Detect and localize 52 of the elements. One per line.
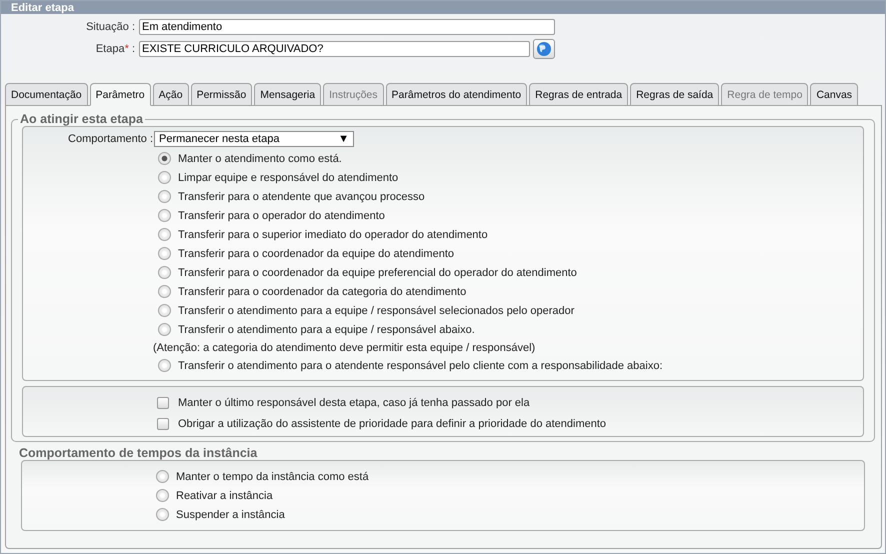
checkbox-label: Obrigar a utilização do assistente de prioridade para definir a prioridade do atendimento — [178, 418, 606, 430]
tab[interactable]: Documentação — [5, 83, 88, 106]
window-title: Editar etapa — [1, 1, 885, 14]
field-label: Situação : — [85, 21, 136, 33]
globe-button[interactable] — [533, 39, 555, 59]
section-legend: Ao atingir esta etapa — [18, 112, 145, 126]
radio-button[interactable] — [158, 171, 171, 184]
tab[interactable]: Canvas — [810, 83, 858, 106]
behavior-dropdown[interactable]: Permanecer nesta etapa ▼ — [154, 131, 354, 147]
section-legend: Comportamento de tempos da instância — [17, 446, 260, 460]
option-label: Transferir para o coordenador da equipe do atendimento — [178, 248, 454, 260]
option-label: Transferir para o operador do atendimento — [178, 210, 385, 222]
option-label: Reativar a instância — [176, 490, 273, 502]
tab[interactable]: Permissão — [190, 83, 252, 106]
radio-button[interactable] — [158, 152, 171, 165]
tab[interactable]: Parâmetro — [90, 83, 151, 106]
tab[interactable]: Regras de entrada — [529, 83, 628, 106]
radio-button[interactable] — [156, 489, 169, 502]
option-label: Manter o tempo da instância como está — [176, 470, 369, 482]
tab[interactable]: Regras de saída — [630, 83, 720, 106]
option-label: Transferir o atendimento para a equipe / responsável selecionados pelo operador — [178, 304, 574, 316]
radio-button[interactable] — [158, 266, 171, 279]
radio-button[interactable] — [158, 190, 171, 203]
option-label: Transferir o atendimento para a equipe / responsável abaixo. — [178, 324, 475, 336]
behavior-label: Comportamento : — [67, 133, 153, 145]
radio-button[interactable] — [158, 285, 171, 298]
option-label: Transferir para o coordenador da equipe preferencial do operador do atendimento — [178, 266, 577, 278]
text-field[interactable]: EXISTE CURRICULO ARQUIVADO? — [139, 41, 530, 57]
tab[interactable]: Ação — [152, 83, 189, 106]
option-label: Transferir o atendimento para o atendente responsável pelo cliente com a responsabilidade abaixo: — [178, 360, 663, 372]
radio-button[interactable] — [156, 508, 169, 521]
option-label: Limpar equipe e responsável do atendimento — [178, 172, 398, 184]
option-label: Transferir para o atendente que avançou processo — [178, 190, 425, 202]
option-label: Transferir para o coordenador da categoria do atendimento — [178, 286, 466, 298]
tab[interactable]: Parâmetros do atendimento — [386, 83, 528, 106]
radio-button[interactable] — [158, 228, 171, 241]
radio-button[interactable] — [158, 359, 171, 372]
radio-button[interactable] — [156, 470, 169, 483]
radio-button[interactable] — [158, 209, 171, 222]
checkbox[interactable] — [157, 418, 169, 430]
option-label: Transferir para o superior imediato do operador do atendimento — [178, 228, 488, 240]
radio-button[interactable] — [158, 323, 171, 336]
checkbox[interactable] — [157, 396, 169, 408]
attention-note: (Atenção: a categoria do atendimento deve permitir esta equipe / responsável) — [152, 340, 536, 356]
radio-button[interactable] — [158, 304, 171, 317]
option-label: Suspender a instância — [176, 508, 285, 520]
checkbox-label: Manter o último responsável desta etapa, caso já tenha passado por ela — [178, 396, 530, 408]
tab[interactable]: Mensageria — [254, 83, 322, 106]
option-label: Manter o atendimento como está. — [178, 152, 342, 164]
text-field[interactable]: Em atendimento — [139, 19, 555, 35]
field-label: Etapa* : — [94, 43, 136, 55]
radio-button[interactable] — [158, 247, 171, 260]
